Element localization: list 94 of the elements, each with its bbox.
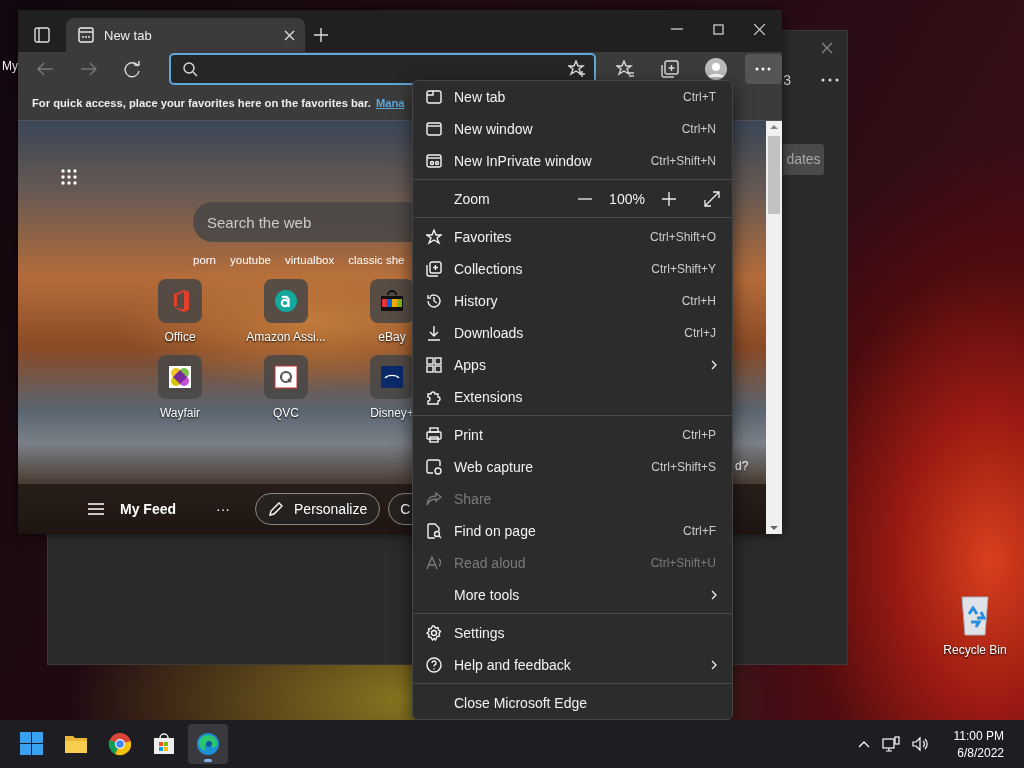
chevron-right-icon: [711, 590, 718, 600]
menu-icon[interactable]: [88, 503, 104, 515]
site-tile[interactable]: Wayfair: [135, 355, 225, 420]
more-icon: [755, 67, 772, 71]
volume-icon[interactable]: [911, 736, 928, 752]
menu-item[interactable]: Downloads Ctrl+J: [413, 317, 732, 349]
menu-item[interactable]: Apps: [413, 349, 732, 381]
circle-logo-icon: [274, 289, 298, 313]
menu-item[interactable]: New InPrivate window Ctrl+Shift+N: [413, 145, 732, 177]
zoom-in-button[interactable]: [659, 192, 679, 206]
chevron-right-icon: [711, 360, 718, 370]
site-tile[interactable]: QVC: [241, 355, 331, 420]
counter-text: 3: [783, 72, 791, 88]
download-icon: [426, 325, 442, 341]
streaming-logo-icon: [380, 365, 404, 389]
search-suggestion-link[interactable]: porn: [193, 254, 217, 266]
shopping-bag-icon: [152, 732, 176, 756]
address-bar[interactable]: [168, 53, 596, 85]
read-aloud-icon: [426, 555, 442, 571]
menu-item[interactable]: History Ctrl+H: [413, 285, 732, 317]
pencil-icon: [268, 501, 284, 517]
new-tab-icon[interactable]: [314, 28, 328, 42]
diamond-logo-icon: [168, 365, 192, 389]
star-icon: [426, 229, 442, 245]
updates-button[interactable]: dates: [783, 144, 824, 175]
windows-logo-icon: [20, 732, 44, 756]
more-icon[interactable]: [821, 78, 839, 82]
wave-browser-icon: [196, 732, 220, 756]
tab-actions-icon[interactable]: [34, 27, 50, 43]
apps-grid-icon[interactable]: [61, 169, 77, 185]
chevron-up-icon[interactable]: [857, 739, 870, 749]
letter-q-logo-icon: [274, 365, 298, 389]
personalize-button[interactable]: Personalize: [255, 493, 381, 525]
zoom-label: Zoom: [454, 191, 491, 207]
collections-icon: [426, 261, 442, 277]
menu-item[interactable]: Settings: [413, 617, 732, 649]
chevron-right-icon: [711, 660, 718, 670]
scrollbar-thumb[interactable]: [768, 136, 780, 214]
tab-icon: [426, 89, 442, 105]
menu-item[interactable]: Extensions: [413, 381, 732, 413]
search-suggestion-link[interactable]: classic she: [348, 254, 405, 266]
menu-item[interactable]: Help and feedback: [413, 649, 732, 681]
desktop-icon-label: My: [2, 59, 18, 73]
page-icon: [78, 27, 94, 43]
site-tile[interactable]: Amazon Assi...: [241, 279, 331, 344]
feed-title: My Feed: [120, 501, 176, 517]
fullscreen-icon[interactable]: [704, 191, 720, 207]
search-icon: [182, 61, 198, 77]
menu-item[interactable]: Favorites Ctrl+Shift+O: [413, 221, 732, 253]
question-text: d?: [735, 459, 749, 473]
add-favorite-icon[interactable]: [568, 60, 586, 78]
shopping-bag-icon: [380, 289, 404, 313]
menu-item[interactable]: New window Ctrl+N: [413, 113, 732, 145]
back-icon[interactable]: [36, 61, 54, 77]
browser-icon: [108, 732, 132, 756]
scrollbar[interactable]: [766, 121, 782, 534]
menu-item[interactable]: Web capture Ctrl+Shift+S: [413, 451, 732, 483]
capture-icon: [426, 459, 442, 475]
printer-icon: [426, 427, 442, 443]
scroll-down-icon[interactable]: [770, 525, 778, 531]
maximize-icon[interactable]: [713, 24, 724, 35]
feed-more-button[interactable]: ···: [216, 501, 230, 517]
puzzle-icon: [426, 389, 442, 405]
menu-item[interactable]: More tools: [413, 579, 732, 611]
window-icon: [426, 121, 442, 137]
find-icon: [426, 523, 442, 539]
forward-icon[interactable]: [79, 61, 98, 77]
apps-icon: [426, 357, 442, 373]
search-suggestion-link[interactable]: youtube: [230, 254, 271, 266]
network-icon[interactable]: [881, 736, 900, 752]
menu-item[interactable]: New tab Ctrl+T: [413, 81, 732, 113]
browser-tab[interactable]: New tab: [66, 18, 305, 52]
menu-item[interactable]: Close Microsoft Edge: [413, 687, 732, 719]
zoom-level: 100%: [608, 191, 646, 207]
menu-item[interactable]: Collections Ctrl+Shift+Y: [413, 253, 732, 285]
plus-icon: [662, 192, 676, 206]
scroll-up-icon[interactable]: [770, 124, 778, 130]
site-tile[interactable]: Office: [135, 279, 225, 344]
collections-icon[interactable]: [661, 60, 679, 78]
search-suggestion-link[interactable]: virtualbox: [284, 254, 335, 266]
help-icon: [426, 657, 442, 673]
private-window-icon: [426, 153, 442, 169]
history-icon: [426, 293, 442, 309]
share-icon: [426, 491, 442, 507]
refresh-icon[interactable]: [123, 60, 141, 78]
minus-icon: [578, 198, 592, 200]
profile-avatar-icon[interactable]: [705, 58, 727, 80]
manage-favorites-link[interactable]: Mana: [375, 97, 405, 109]
settings-icon: [426, 625, 442, 641]
desktop-icon[interactable]: Recycle Bin: [936, 594, 1014, 657]
clock[interactable]: 11:00 PM 6/8/2022: [953, 728, 1004, 760]
favorites-icon[interactable]: [616, 60, 635, 78]
menu-item[interactable]: Print Ctrl+P: [413, 419, 732, 451]
favorites-bar-message: For quick access, place your favorites here on the favorites bar.: [32, 97, 371, 109]
